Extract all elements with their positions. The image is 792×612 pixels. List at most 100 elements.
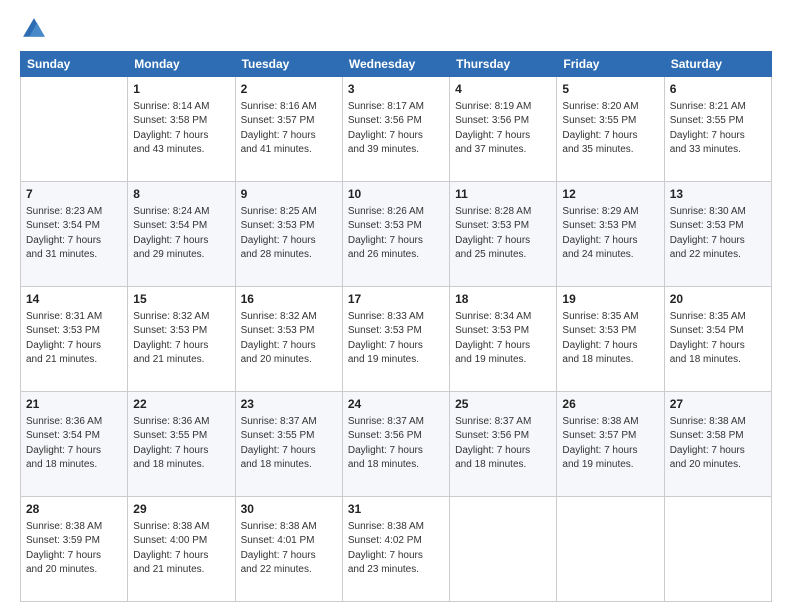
day-info: Sunrise: 8:38 AM Sunset: 3:58 PM Dayligh… [670, 415, 766, 473]
day-cell: 14Sunrise: 8:31 AM Sunset: 3:53 PM Dayli… [21, 287, 128, 392]
day-info: Sunrise: 8:14 AM Sunset: 3:58 PM Dayligh… [133, 100, 229, 158]
day-info: Sunrise: 8:38 AM Sunset: 4:01 PM Dayligh… [241, 520, 337, 578]
header-day-saturday: Saturday [664, 52, 771, 77]
day-number: 23 [241, 396, 337, 413]
header-day-sunday: Sunday [21, 52, 128, 77]
day-number: 17 [348, 291, 444, 308]
day-info: Sunrise: 8:35 AM Sunset: 3:53 PM Dayligh… [562, 310, 658, 368]
day-info: Sunrise: 8:36 AM Sunset: 3:54 PM Dayligh… [26, 415, 122, 473]
day-cell [557, 497, 664, 602]
day-info: Sunrise: 8:37 AM Sunset: 3:56 PM Dayligh… [348, 415, 444, 473]
week-row-2: 7Sunrise: 8:23 AM Sunset: 3:54 PM Daylig… [21, 182, 772, 287]
day-cell: 28 Sunrise: 8:38 AM Sunset: 3:59 PM Dayli… [21, 497, 128, 602]
day-info: Sunrise: 8:32 AM Sunset: 3:53 PM Dayligh… [133, 310, 229, 368]
day-cell: 7Sunrise: 8:23 AM Sunset: 3:54 PM Daylig… [21, 182, 128, 287]
day-cell: 4 Sunrise: 8:19 AM Sunset: 3:56 PM Daylig… [450, 77, 557, 182]
header-day-wednesday: Wednesday [342, 52, 449, 77]
day-info: Sunrise: 8:36 AM Sunset: 3:55 PM Dayligh… [133, 415, 229, 473]
day-cell: 27 Sunrise: 8:38 AM Sunset: 3:58 PM Dayli… [664, 392, 771, 497]
day-info: Sunrise: 8:25 AM Sunset: 3:53 PM Dayligh… [241, 205, 337, 263]
header-day-thursday: Thursday [450, 52, 557, 77]
day-cell: 12 Sunrise: 8:29 AM Sunset: 3:53 PM Dayli… [557, 182, 664, 287]
day-cell: 3 Sunrise: 8:17 AM Sunset: 3:56 PM Daylig… [342, 77, 449, 182]
day-number: 6 [670, 81, 766, 98]
day-cell: 26Sunrise: 8:38 AM Sunset: 3:57 PM Dayli… [557, 392, 664, 497]
day-cell: 6Sunrise: 8:21 AM Sunset: 3:55 PM Daylig… [664, 77, 771, 182]
day-number: 2 [241, 81, 337, 98]
logo-icon [20, 15, 48, 43]
header [20, 15, 772, 43]
day-number: 27 [670, 396, 766, 413]
day-number: 21 [26, 396, 122, 413]
day-info: Sunrise: 8:17 AM Sunset: 3:56 PM Dayligh… [348, 100, 444, 158]
day-cell: 11 Sunrise: 8:28 AM Sunset: 3:53 PM Dayli… [450, 182, 557, 287]
day-number: 22 [133, 396, 229, 413]
day-number: 5 [562, 81, 658, 98]
header-day-tuesday: Tuesday [235, 52, 342, 77]
day-number: 12 [562, 186, 658, 203]
day-number: 18 [455, 291, 551, 308]
day-info: Sunrise: 8:28 AM Sunset: 3:53 PM Dayligh… [455, 205, 551, 263]
day-info: Sunrise: 8:16 AM Sunset: 3:57 PM Dayligh… [241, 100, 337, 158]
day-cell: 5 Sunrise: 8:20 AM Sunset: 3:55 PM Daylig… [557, 77, 664, 182]
day-number: 10 [348, 186, 444, 203]
calendar-header-row: SundayMondayTuesdayWednesdayThursdayFrid… [21, 52, 772, 77]
day-cell: 1 Sunrise: 8:14 AM Sunset: 3:58 PM Daylig… [128, 77, 235, 182]
day-number: 26 [562, 396, 658, 413]
day-info: Sunrise: 8:32 AM Sunset: 3:53 PM Dayligh… [241, 310, 337, 368]
day-cell: 8 Sunrise: 8:24 AM Sunset: 3:54 PM Daylig… [128, 182, 235, 287]
day-number: 1 [133, 81, 229, 98]
day-info: Sunrise: 8:29 AM Sunset: 3:53 PM Dayligh… [562, 205, 658, 263]
day-cell: 24Sunrise: 8:37 AM Sunset: 3:56 PM Dayli… [342, 392, 449, 497]
week-row-1: 1 Sunrise: 8:14 AM Sunset: 3:58 PM Daylig… [21, 77, 772, 182]
day-number: 25 [455, 396, 551, 413]
day-number: 15 [133, 291, 229, 308]
day-cell: 2 Sunrise: 8:16 AM Sunset: 3:57 PM Daylig… [235, 77, 342, 182]
day-number: 31 [348, 501, 444, 518]
day-number: 29 [133, 501, 229, 518]
day-info: Sunrise: 8:19 AM Sunset: 3:56 PM Dayligh… [455, 100, 551, 158]
day-number: 7 [26, 186, 122, 203]
day-cell [21, 77, 128, 182]
logo [20, 15, 52, 43]
day-number: 3 [348, 81, 444, 98]
day-cell: 25Sunrise: 8:37 AM Sunset: 3:56 PM Dayli… [450, 392, 557, 497]
day-info: Sunrise: 8:38 AM Sunset: 3:59 PM Dayligh… [26, 520, 122, 578]
calendar-table: SundayMondayTuesdayWednesdayThursdayFrid… [20, 51, 772, 602]
day-number: 30 [241, 501, 337, 518]
page: SundayMondayTuesdayWednesdayThursdayFrid… [0, 0, 792, 612]
day-info: Sunrise: 8:20 AM Sunset: 3:55 PM Dayligh… [562, 100, 658, 158]
day-number: 9 [241, 186, 337, 203]
day-cell: 17 Sunrise: 8:33 AM Sunset: 3:53 PM Dayli… [342, 287, 449, 392]
day-cell: 30 Sunrise: 8:38 AM Sunset: 4:01 PM Dayli… [235, 497, 342, 602]
day-info: Sunrise: 8:38 AM Sunset: 4:00 PM Dayligh… [133, 520, 229, 578]
day-cell: 22 Sunrise: 8:36 AM Sunset: 3:55 PM Dayli… [128, 392, 235, 497]
day-cell: 19 Sunrise: 8:35 AM Sunset: 3:53 PM Dayli… [557, 287, 664, 392]
day-info: Sunrise: 8:24 AM Sunset: 3:54 PM Dayligh… [133, 205, 229, 263]
day-info: Sunrise: 8:37 AM Sunset: 3:55 PM Dayligh… [241, 415, 337, 473]
day-number: 16 [241, 291, 337, 308]
day-cell: 20 Sunrise: 8:35 AM Sunset: 3:54 PM Dayli… [664, 287, 771, 392]
day-info: Sunrise: 8:35 AM Sunset: 3:54 PM Dayligh… [670, 310, 766, 368]
day-number: 11 [455, 186, 551, 203]
week-row-3: 14Sunrise: 8:31 AM Sunset: 3:53 PM Dayli… [21, 287, 772, 392]
day-cell [664, 497, 771, 602]
day-info: Sunrise: 8:30 AM Sunset: 3:53 PM Dayligh… [670, 205, 766, 263]
day-cell: 13 Sunrise: 8:30 AM Sunset: 3:53 PM Dayli… [664, 182, 771, 287]
day-number: 20 [670, 291, 766, 308]
day-number: 4 [455, 81, 551, 98]
day-cell: 29 Sunrise: 8:38 AM Sunset: 4:00 PM Dayli… [128, 497, 235, 602]
day-number: 8 [133, 186, 229, 203]
day-number: 19 [562, 291, 658, 308]
day-cell: 15 Sunrise: 8:32 AM Sunset: 3:53 PM Dayli… [128, 287, 235, 392]
day-cell: 21 Sunrise: 8:36 AM Sunset: 3:54 PM Dayli… [21, 392, 128, 497]
day-cell [450, 497, 557, 602]
day-cell: 23 Sunrise: 8:37 AM Sunset: 3:55 PM Dayli… [235, 392, 342, 497]
day-cell: 16 Sunrise: 8:32 AM Sunset: 3:53 PM Dayli… [235, 287, 342, 392]
header-day-monday: Monday [128, 52, 235, 77]
day-info: Sunrise: 8:31 AM Sunset: 3:53 PM Dayligh… [26, 310, 122, 368]
day-number: 28 [26, 501, 122, 518]
day-info: Sunrise: 8:26 AM Sunset: 3:53 PM Dayligh… [348, 205, 444, 263]
day-number: 13 [670, 186, 766, 203]
day-info: Sunrise: 8:33 AM Sunset: 3:53 PM Dayligh… [348, 310, 444, 368]
